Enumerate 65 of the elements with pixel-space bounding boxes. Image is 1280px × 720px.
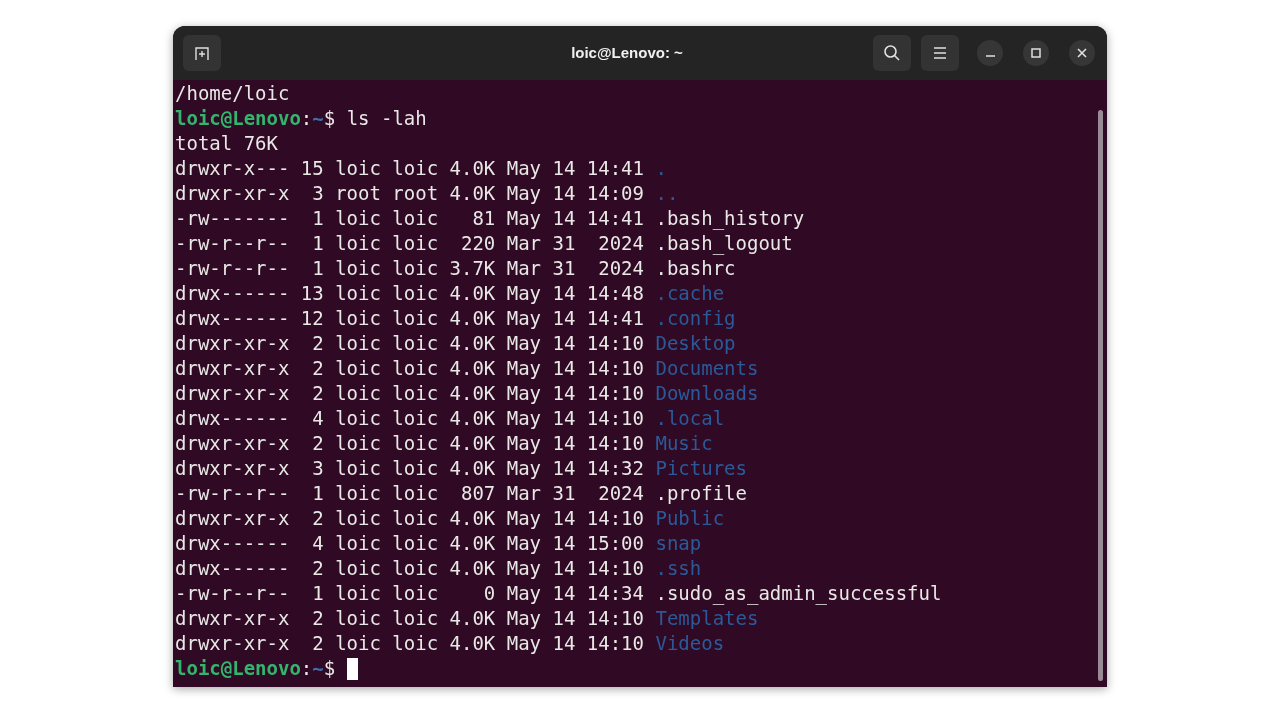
listing-details: -rw-r--r-- 1 loic loic 807 Mar 31 2024 bbox=[175, 481, 644, 506]
listing-details: drwxr-xr-x 2 loic loic 4.0K May 14 14:10 bbox=[175, 381, 644, 406]
file-name: .profile bbox=[655, 481, 747, 506]
close-button[interactable] bbox=[1069, 40, 1095, 66]
directory-name: Desktop bbox=[655, 331, 736, 356]
directory-name: Music bbox=[655, 431, 713, 456]
directory-name: . bbox=[655, 156, 667, 181]
listing-details: drwx------ 2 loic loic 4.0K May 14 14:10 bbox=[175, 556, 644, 581]
output-line: total 76K bbox=[175, 132, 278, 154]
listing-details: drwxr-xr-x 3 loic loic 4.0K May 14 14:32 bbox=[175, 456, 644, 481]
file-name: .sudo_as_admin_successful bbox=[655, 581, 942, 606]
directory-name: .cache bbox=[655, 281, 725, 306]
maximize-icon bbox=[1031, 48, 1041, 58]
listing-details: drwxr-xr-x 3 root root 4.0K May 14 14:09 bbox=[175, 181, 644, 206]
listing-details: drwx------ 4 loic loic 4.0K May 14 14:10 bbox=[175, 406, 644, 431]
listing-details: drwxr-xr-x 2 loic loic 4.0K May 14 14:10 bbox=[175, 606, 644, 631]
prompt-path: ~ bbox=[312, 106, 324, 131]
file-name: .bash_history bbox=[655, 206, 805, 231]
directory-name: .. bbox=[655, 181, 679, 206]
prompt-symbol: $ bbox=[323, 656, 336, 681]
listing-details: drwxr-xr-x 2 loic loic 4.0K May 14 14:10 bbox=[175, 506, 644, 531]
directory-name: Videos bbox=[655, 631, 725, 656]
output-line: /home/loic bbox=[175, 82, 290, 104]
directory-name: .config bbox=[655, 306, 736, 331]
close-icon bbox=[1077, 48, 1087, 58]
prompt-user: loic@Lenovo bbox=[175, 106, 301, 131]
new-tab-icon bbox=[194, 45, 210, 61]
directory-name: snap bbox=[655, 531, 702, 556]
prompt-separator: : bbox=[300, 656, 313, 681]
minimize-icon bbox=[985, 55, 995, 57]
command-text: ls -lah bbox=[346, 106, 427, 131]
directory-name: Documents bbox=[655, 356, 759, 381]
scrollbar-thumb[interactable] bbox=[1097, 110, 1103, 681]
listing-details: -rw-r--r-- 1 loic loic 220 Mar 31 2024 bbox=[175, 231, 644, 256]
directory-name: Public bbox=[655, 506, 725, 531]
prompt-symbol: $ bbox=[323, 106, 336, 131]
minimize-button[interactable] bbox=[977, 40, 1003, 66]
listing-details: drwx------ 4 loic loic 4.0K May 14 15:00 bbox=[175, 531, 644, 556]
menu-icon bbox=[933, 47, 947, 59]
listing-details: -rw------- 1 loic loic 81 May 14 14:41 bbox=[175, 206, 644, 231]
directory-name: .local bbox=[655, 406, 725, 431]
listing-details: drwx------ 13 loic loic 4.0K May 14 14:48 bbox=[175, 281, 644, 306]
prompt-path: ~ bbox=[312, 656, 324, 681]
directory-name: Pictures bbox=[655, 456, 747, 481]
search-icon bbox=[883, 44, 901, 62]
listing-details: drwx------ 12 loic loic 4.0K May 14 14:41 bbox=[175, 306, 644, 331]
file-name: .bashrc bbox=[655, 256, 736, 281]
listing-details: drwxr-xr-x 2 loic loic 4.0K May 14 14:10 bbox=[175, 431, 644, 456]
listing-details: drwxr-xr-x 2 loic loic 4.0K May 14 14:10 bbox=[175, 356, 644, 381]
file-name: .bash_logout bbox=[655, 231, 793, 256]
directory-name: .ssh bbox=[655, 556, 702, 581]
window-title: loic@Lenovo: ~ bbox=[571, 42, 683, 63]
listing-details: drwxr-xr-x 2 loic loic 4.0K May 14 14:10 bbox=[175, 331, 644, 356]
listing-details: drwxr-x--- 15 loic loic 4.0K May 14 14:41 bbox=[175, 156, 644, 181]
menu-button[interactable] bbox=[921, 35, 959, 71]
directory-name: Downloads bbox=[655, 381, 759, 406]
listing-details: drwxr-xr-x 2 loic loic 4.0K May 14 14:10 bbox=[175, 631, 644, 656]
listing-details: -rw-r--r-- 1 loic loic 3.7K Mar 31 2024 bbox=[175, 256, 644, 281]
listing-details: -rw-r--r-- 1 loic loic 0 May 14 14:34 bbox=[175, 581, 644, 606]
prompt-user: loic@Lenovo bbox=[175, 656, 301, 681]
directory-name: Templates bbox=[655, 606, 759, 631]
prompt-separator: : bbox=[300, 106, 313, 131]
maximize-button[interactable] bbox=[1023, 40, 1049, 66]
search-button[interactable] bbox=[873, 35, 911, 71]
new-tab-button[interactable] bbox=[183, 35, 221, 71]
